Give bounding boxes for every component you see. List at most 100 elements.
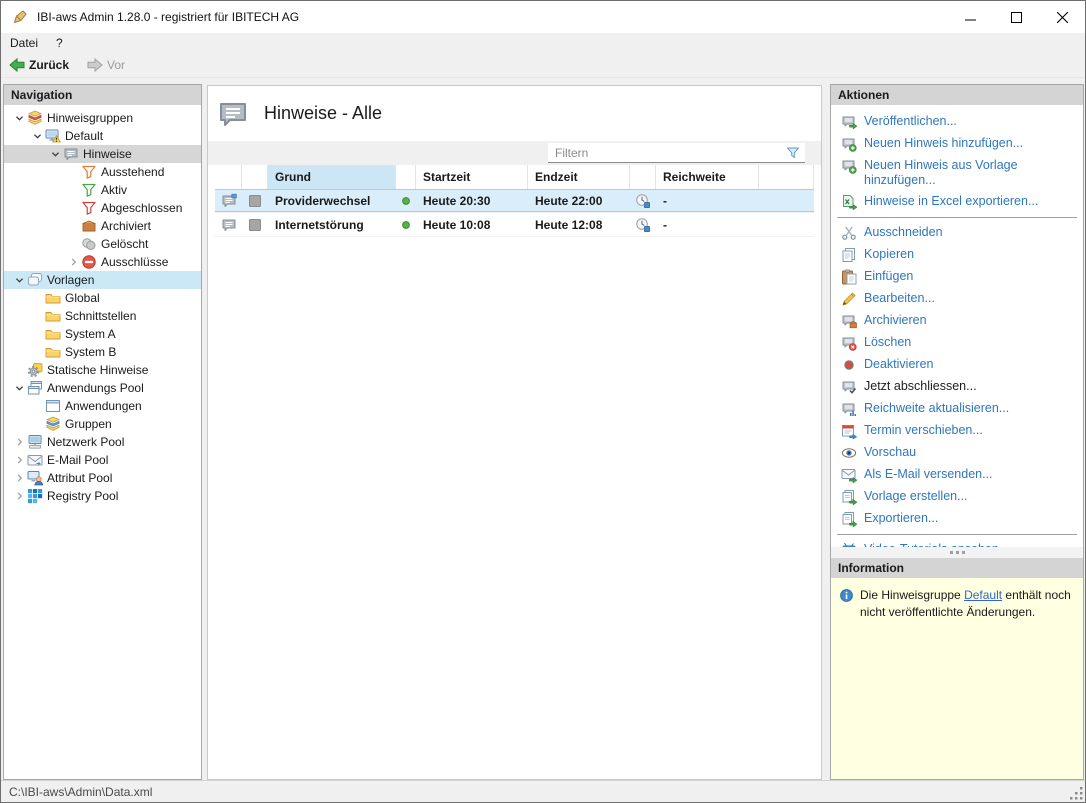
nav-item-system-b[interactable]: System B: [4, 343, 201, 361]
menu-help[interactable]: ?: [47, 34, 72, 52]
nav-item-e-mail-pool[interactable]: E-Mail Pool: [4, 451, 201, 469]
mail-send-icon: [841, 467, 857, 483]
chevron-down-icon[interactable]: [12, 381, 27, 395]
action-hinweise-in-excel-exportieren[interactable]: Hinweise in Excel exportieren...: [831, 191, 1083, 213]
nav-item-statische-hinweise[interactable]: Statische Hinweise: [4, 361, 201, 379]
comment-flag-icon: [221, 193, 237, 209]
nav-item-system-a[interactable]: System A: [4, 325, 201, 343]
nav-item-hinweisgruppen[interactable]: Hinweisgruppen: [4, 109, 201, 127]
action-als-e-mail-versenden[interactable]: Als E-Mail versenden...: [831, 464, 1083, 486]
column-header-grund[interactable]: Grund: [268, 165, 396, 189]
nav-item-netzwerk-pool[interactable]: Netzwerk Pool: [4, 433, 201, 451]
comment-reach-icon: [841, 401, 857, 417]
chevron-down-icon[interactable]: [48, 147, 63, 161]
table-row-internetstörung[interactable]: InternetstörungHeute 10:08Heute 12:08-: [215, 213, 814, 237]
table-row-providerwechsel[interactable]: ProviderwechselHeute 20:30Heute 22:00-: [215, 189, 814, 213]
column-header-blank: [215, 165, 242, 189]
scissors-icon: [841, 225, 857, 241]
action-löschen[interactable]: Löschen: [831, 332, 1083, 354]
action-label: Einfügen: [864, 269, 913, 284]
page-header: Hinweise - Alle: [208, 86, 821, 141]
nav-item-attribut-pool[interactable]: Attribut Pool: [4, 469, 201, 487]
status-square-icon: [242, 189, 268, 212]
actions-header: Aktionen: [831, 85, 1083, 105]
nav-item-label: Abgeschlossen: [101, 201, 182, 215]
nav-item-anwendungen[interactable]: Anwendungen: [4, 397, 201, 415]
chevron-right-icon[interactable]: [12, 453, 27, 467]
cell-startzeit: Heute 10:08: [416, 213, 528, 236]
chevron-down-icon[interactable]: [12, 273, 27, 287]
action-veröffentlichen[interactable]: Veröffentlichen...: [831, 111, 1083, 133]
nav-item-aktiv[interactable]: Aktiv: [4, 181, 201, 199]
action-archivieren[interactable]: Archivieren: [831, 310, 1083, 332]
pages-export-icon: [841, 489, 857, 505]
menu-datei[interactable]: Datei: [1, 34, 47, 52]
pages-export-icon: [841, 511, 857, 527]
nav-item-global[interactable]: Global: [4, 289, 201, 307]
action-termin-verschieben[interactable]: Termin verschieben...: [831, 420, 1083, 442]
column-header-startzeit[interactable]: Startzeit: [416, 165, 528, 189]
chevron-down-icon[interactable]: [12, 111, 27, 125]
nav-item-schnittstellen[interactable]: Schnittstellen: [4, 307, 201, 325]
comment-publish-icon: [841, 114, 857, 130]
action-jetzt-abschliessen[interactable]: Jetzt abschliessen...: [831, 376, 1083, 398]
action-ausschneiden[interactable]: Ausschneiden: [831, 222, 1083, 244]
chevron-right-icon[interactable]: [12, 489, 27, 503]
folder-icon: [45, 308, 61, 324]
action-label: Hinweise in Excel exportieren...: [864, 194, 1038, 209]
close-button[interactable]: [1039, 1, 1085, 33]
comment-add-icon: [841, 158, 857, 174]
back-button[interactable]: Zurück: [9, 57, 69, 73]
nav-item-archiviert[interactable]: Archiviert: [4, 217, 201, 235]
action-neuen-hinweis-aus-vorlage-hinzufügen[interactable]: Neuen Hinweis aus Vorlage hinzufügen...: [831, 155, 1083, 191]
filter-funnel-icon[interactable]: [785, 145, 801, 161]
action-einfügen[interactable]: Einfügen: [831, 266, 1083, 288]
resize-grip[interactable]: [1070, 787, 1083, 800]
action-vorschau[interactable]: Vorschau: [831, 442, 1083, 464]
comment-add-icon: [841, 136, 857, 152]
nav-item-vorlagen[interactable]: Vorlagen: [4, 271, 201, 289]
minimize-button[interactable]: [947, 1, 993, 33]
forward-label: Vor: [107, 58, 125, 72]
action-label: Vorschau: [864, 445, 916, 460]
pane-splitter[interactable]: [831, 547, 1083, 558]
folder-icon: [45, 326, 61, 342]
forward-button[interactable]: Vor: [87, 57, 125, 73]
nav-item-label: Hinweise: [83, 147, 132, 161]
action-reichweite-aktualisieren[interactable]: Reichweite aktualisieren...: [831, 398, 1083, 420]
action-video-tutorials-ansehen[interactable]: Video-Tutorials ansehen...: [831, 539, 1083, 547]
action-exportieren[interactable]: Exportieren...: [831, 508, 1083, 530]
column-header-reichweite[interactable]: Reichweite: [656, 165, 759, 189]
action-neuen-hinweis-hinzufügen[interactable]: Neuen Hinweis hinzufügen...: [831, 133, 1083, 155]
column-header-endzeit[interactable]: Endzeit: [528, 165, 630, 189]
default-group-link[interactable]: Default: [964, 588, 1002, 602]
nav-item-registry-pool[interactable]: Registry Pool: [4, 487, 201, 505]
filter-input[interactable]: [548, 146, 785, 160]
column-header-blank: [630, 165, 656, 189]
column-header-blank: [242, 165, 268, 189]
action-bearbeiten[interactable]: Bearbeiten...: [831, 288, 1083, 310]
nav-item-ausstehend[interactable]: Ausstehend: [4, 163, 201, 181]
caption-buttons: [947, 1, 1085, 33]
chevron-right-icon[interactable]: [66, 255, 81, 269]
actions-separator: [837, 534, 1077, 535]
nav-item-hinweise[interactable]: Hinweise: [4, 145, 201, 163]
action-vorlage-erstellen[interactable]: Vorlage erstellen...: [831, 486, 1083, 508]
maximize-button[interactable]: [993, 1, 1039, 33]
chevron-right-icon[interactable]: [12, 435, 27, 449]
action-deaktivieren[interactable]: Deaktivieren: [831, 354, 1083, 376]
chevron-down-icon[interactable]: [30, 129, 45, 143]
nav-item-abgeschlossen[interactable]: Abgeschlossen: [4, 199, 201, 217]
right-pane: Aktionen Veröffentlichen...Neuen Hinweis…: [830, 84, 1084, 780]
table-header-row: Grund StartzeitEndzeit Reichweite: [215, 165, 814, 189]
information-text: Die Hinweisgruppe Default enthält noch n…: [860, 587, 1075, 622]
monitor-warning-icon: [45, 128, 61, 144]
chevron-right-icon[interactable]: [12, 471, 27, 485]
nav-item-default[interactable]: Default: [4, 127, 201, 145]
nav-item-label: Registry Pool: [47, 489, 118, 503]
nav-item-gelöscht[interactable]: Gelöscht: [4, 235, 201, 253]
nav-item-ausschlüsse[interactable]: Ausschlüsse: [4, 253, 201, 271]
action-kopieren[interactable]: Kopieren: [831, 244, 1083, 266]
nav-item-anwendungs-pool[interactable]: Anwendungs Pool: [4, 379, 201, 397]
nav-item-gruppen[interactable]: Gruppen: [4, 415, 201, 433]
